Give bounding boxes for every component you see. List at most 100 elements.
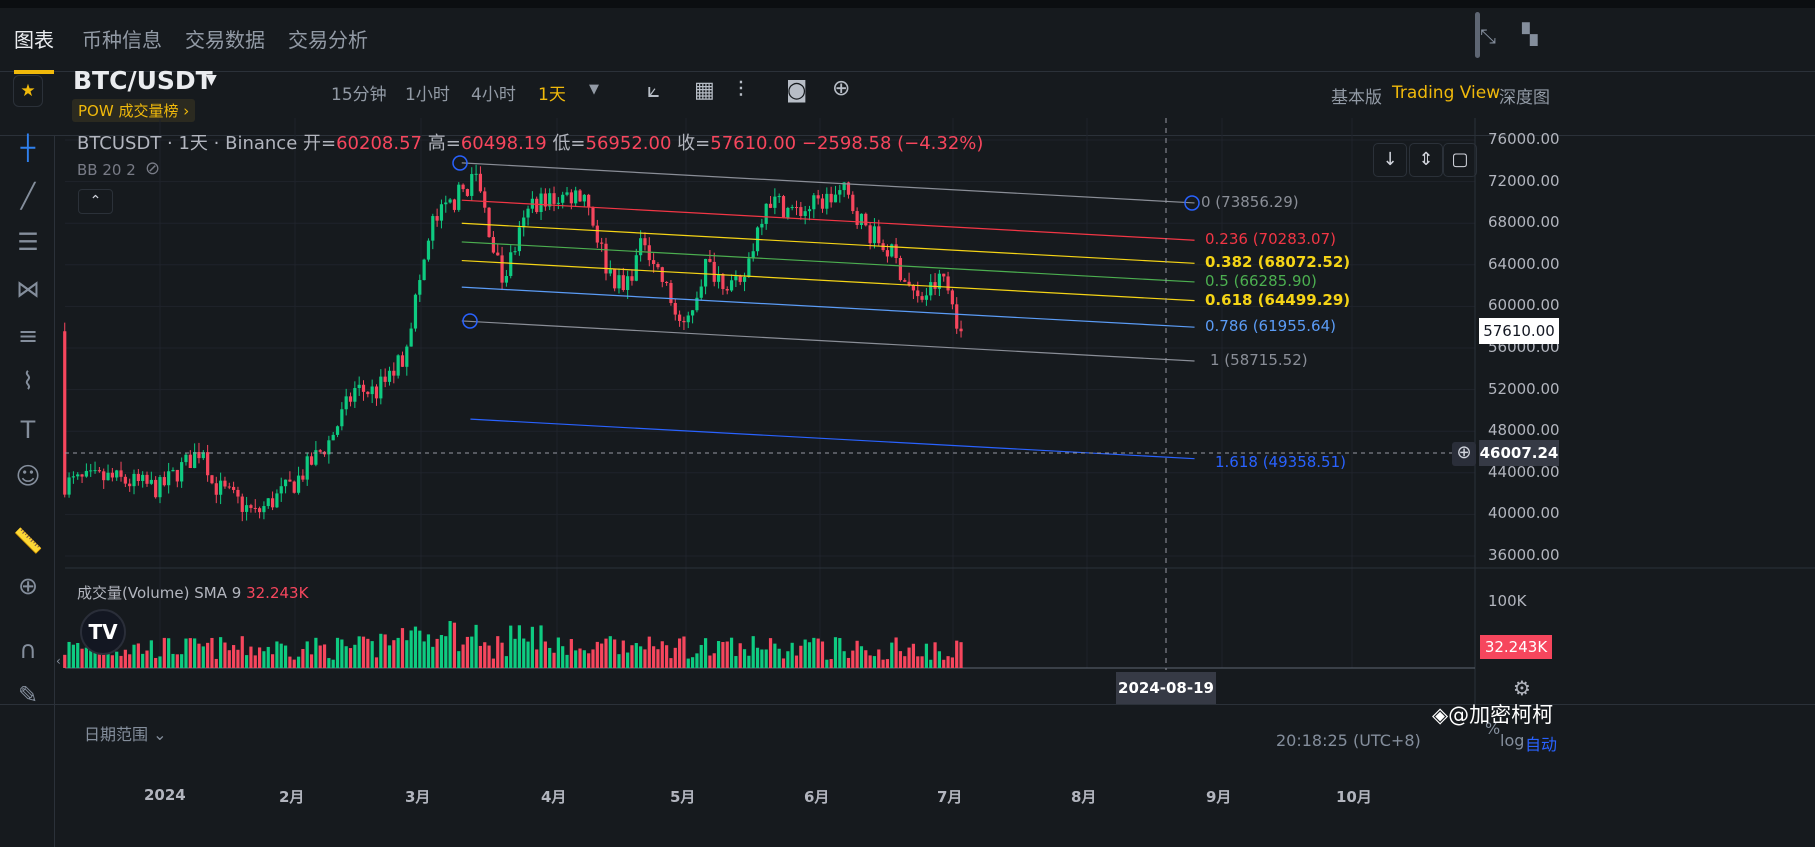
candle-body xyxy=(387,370,392,382)
candle-body xyxy=(929,282,933,296)
volume-bar xyxy=(340,639,344,668)
volume-bar xyxy=(470,636,474,668)
volume-bar xyxy=(781,658,786,668)
clock: 20:18:25 (UTC+8) xyxy=(1276,731,1421,750)
candle-body xyxy=(409,328,413,347)
volume-bar xyxy=(305,641,309,668)
volume-bar xyxy=(167,638,171,668)
volume-bar xyxy=(210,637,214,668)
volume-bar xyxy=(422,641,426,668)
candle-body xyxy=(673,302,677,315)
volume-bar xyxy=(452,622,457,668)
log-toggle[interactable]: log xyxy=(1500,731,1524,750)
add-alert-plus-icon[interactable]: ⊕ xyxy=(1452,442,1476,466)
candle-body xyxy=(669,283,673,303)
candle-body xyxy=(794,207,799,209)
volume-bar xyxy=(431,646,435,668)
candle-body xyxy=(331,434,335,441)
volume-bar xyxy=(474,624,478,668)
volume-bar xyxy=(374,657,379,668)
volume-bar xyxy=(725,641,729,668)
tradingview-logo[interactable]: TV xyxy=(80,609,126,655)
candle-body xyxy=(829,193,833,203)
volume-bar xyxy=(236,649,240,668)
candle-body xyxy=(335,426,340,435)
volume-bar xyxy=(253,655,257,668)
candle-body xyxy=(340,409,344,427)
candle-body xyxy=(569,192,573,204)
volume-bar xyxy=(916,656,920,668)
volume-bar xyxy=(119,655,123,668)
scroll-down-button[interactable]: ↓ xyxy=(1373,143,1407,177)
candle-body xyxy=(136,473,140,481)
candle-body xyxy=(396,355,400,376)
fib-level-label: 0.5 (66285.90) xyxy=(1205,271,1317,290)
candle-body xyxy=(102,471,106,481)
volume-bar xyxy=(786,651,790,668)
candle-body xyxy=(652,260,656,264)
date-range-button[interactable]: 日期范围 ⌄ xyxy=(84,721,167,745)
fib-level-label: 1.618 (49358.51) xyxy=(1215,452,1346,471)
volume-bar xyxy=(639,646,643,668)
volume-bar xyxy=(283,645,288,668)
close-value: 57610.00 xyxy=(710,133,797,154)
volume-bar xyxy=(344,646,348,668)
candle-body xyxy=(734,276,738,281)
volume-bar xyxy=(249,646,253,668)
candle-body xyxy=(279,486,283,494)
candle-body xyxy=(80,474,84,477)
volume-bar xyxy=(513,638,517,668)
candle-body xyxy=(747,258,751,278)
volume-bar xyxy=(206,642,210,668)
candle-body xyxy=(552,193,556,204)
candle-body xyxy=(392,370,396,376)
candle-body xyxy=(686,315,690,323)
compress-button[interactable]: ⇕ xyxy=(1409,143,1443,177)
collapse-legend-button[interactable]: ⌃ xyxy=(78,189,113,214)
volume-bar xyxy=(106,653,110,668)
volume-bar xyxy=(634,643,638,668)
candle-body xyxy=(370,386,374,395)
candle-body xyxy=(690,310,695,316)
candle-body xyxy=(911,285,916,291)
settings-gear-icon[interactable]: ⚙ xyxy=(1513,676,1531,700)
candle-body xyxy=(703,258,708,287)
candle-body xyxy=(483,191,487,208)
volume-bar xyxy=(600,643,604,668)
volume-bar xyxy=(690,657,695,668)
volume-bar xyxy=(223,642,227,668)
volume-bar xyxy=(582,650,586,668)
watermark-text: @加密柯柯 xyxy=(1448,703,1554,727)
candle-body xyxy=(353,388,357,402)
volume-bar xyxy=(357,636,361,668)
volume-bar xyxy=(322,644,327,668)
candle-body xyxy=(348,396,353,402)
volume-bar xyxy=(154,657,158,668)
volume-axis-100k: 100K xyxy=(1488,592,1527,610)
volume-bar xyxy=(673,647,677,668)
candle-body xyxy=(621,275,625,291)
volume-bar xyxy=(747,655,751,668)
volume-bar xyxy=(188,638,192,668)
volume-bar xyxy=(937,651,941,668)
eye-hidden-icon[interactable]: ⊘ xyxy=(145,158,160,179)
candle-body xyxy=(318,450,322,452)
price-tick: 40000.00 xyxy=(1488,504,1560,523)
volume-bar xyxy=(361,636,366,668)
candle-body xyxy=(855,211,859,225)
bb-indicator-label: BB 20 2 xyxy=(77,161,136,179)
scroll-left-icon[interactable]: ‹ xyxy=(56,654,61,668)
fullscreen-button[interactable]: ▢ xyxy=(1443,143,1477,177)
volume-bar xyxy=(266,646,270,668)
candle-body xyxy=(712,261,716,282)
crosshair-date-tag: 2024-08-19 xyxy=(1116,672,1216,704)
candle-body xyxy=(768,203,773,208)
candle-body xyxy=(71,476,75,478)
volume-bar xyxy=(301,648,305,668)
auto-toggle[interactable]: 自动 xyxy=(1525,731,1557,755)
candle-body xyxy=(452,199,457,210)
volume-bar xyxy=(418,630,422,668)
volume-bar xyxy=(457,651,461,668)
candle-body xyxy=(461,184,465,190)
volume-bar xyxy=(314,637,318,668)
